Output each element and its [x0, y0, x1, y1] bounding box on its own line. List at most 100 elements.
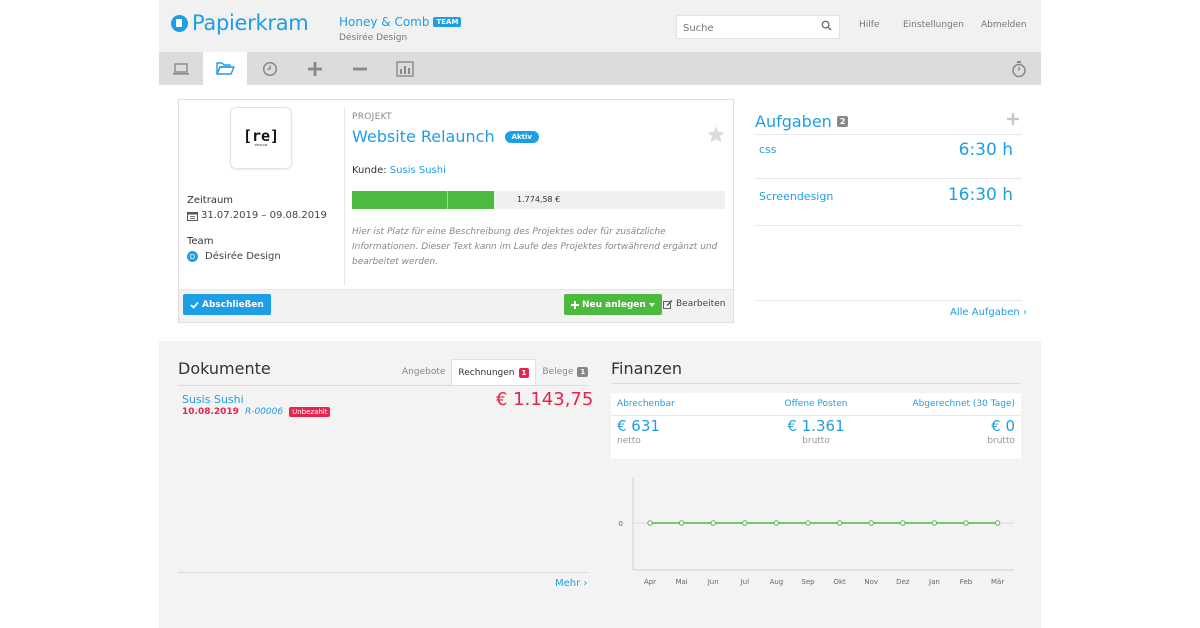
- status-badge: Aktiv: [504, 130, 539, 143]
- minus-icon: [353, 67, 367, 70]
- data-point: [710, 520, 716, 526]
- finance-open-label: Offene Posten: [784, 399, 848, 409]
- project-title[interactable]: Website Relaunch: [352, 127, 495, 146]
- task-time: 16:30 h: [947, 185, 1013, 205]
- document-meta: 10.08.2019 R-00006 Unbezahlt: [182, 407, 331, 417]
- task-divider: [755, 178, 1022, 179]
- task-name[interactable]: Screendesign: [759, 190, 833, 203]
- x-tick-label: Okt: [833, 578, 846, 586]
- caret-down-icon: [648, 302, 655, 307]
- card-divider: [344, 108, 345, 286]
- x-tick-label: Mär: [991, 578, 1004, 586]
- complete-button[interactable]: Abschließen: [183, 294, 271, 315]
- edit-button[interactable]: Bearbeiten: [663, 299, 725, 309]
- team-label: Team: [187, 236, 214, 247]
- settings-link[interactable]: Einstellungen: [903, 20, 964, 30]
- finance-title: Finanzen: [611, 359, 682, 378]
- edit-icon: [663, 299, 673, 309]
- help-link[interactable]: Hilfe: [859, 20, 879, 30]
- logout-link[interactable]: Abmelden: [981, 20, 1027, 30]
- document-number[interactable]: R-00006: [245, 407, 283, 417]
- check-icon: [190, 301, 199, 309]
- project-title-row: Website Relaunch Aktiv: [352, 127, 539, 146]
- x-tick-label: Aug: [770, 578, 784, 586]
- data-point: [931, 520, 938, 526]
- tool-dashboard[interactable]: [159, 52, 203, 85]
- finance-billable-value: € 631: [617, 417, 660, 435]
- document-client[interactable]: Susis Sushi: [182, 393, 244, 406]
- data-point: [868, 520, 874, 526]
- finance-open[interactable]: Offene Posten € 1.361 brutto: [761, 399, 871, 446]
- invoices-count-badge: 1: [518, 367, 530, 378]
- team-member[interactable]: D Désirée Design: [187, 251, 281, 262]
- tab-invoices[interactable]: Rechnungen 1: [451, 359, 537, 385]
- tab-offers-label: Angebote: [402, 367, 446, 377]
- finance-summary: Abrechenbar € 631 netto Offene Posten € …: [611, 393, 1021, 459]
- status-badge: Unbezahlt: [289, 407, 331, 417]
- tab-receipts[interactable]: Belege 1: [536, 359, 594, 385]
- search-box: [676, 15, 840, 40]
- document-date: 10.08.2019: [182, 407, 239, 417]
- chevron-right-icon: ›: [583, 578, 588, 589]
- x-tick-label: Sep: [801, 578, 815, 586]
- top-bar: Papierkram Honey & Comb TEAM Désirée Desi…: [159, 0, 1041, 52]
- account-switcher[interactable]: Honey & Comb TEAM Désirée Design: [339, 11, 462, 43]
- documents-footer-divider: [178, 572, 588, 573]
- search-input[interactable]: [677, 17, 817, 40]
- team-member-name: Désirée Design: [205, 251, 281, 262]
- x-tick-label: Dez: [896, 578, 910, 586]
- data-point: [994, 520, 1001, 526]
- x-tick-label: Jan: [928, 578, 940, 586]
- receipts-count-badge: 1: [577, 367, 589, 377]
- y-tick-label: 0: [619, 520, 623, 528]
- app-window: Papierkram Honey & Comb TEAM Désirée Desi…: [159, 0, 1041, 628]
- finance-billed[interactable]: Abgerechnet (30 Tage) € 0 brutto: [912, 399, 1015, 446]
- app-logo[interactable]: Papierkram: [171, 11, 309, 35]
- customer-row: Kunde: Susis Sushi: [352, 165, 446, 176]
- edit-button-label: Bearbeiten: [676, 299, 726, 309]
- team-badge: TEAM: [433, 17, 462, 27]
- finance-open-sub: brutto: [802, 436, 830, 446]
- company-name: Honey & Comb: [339, 15, 430, 29]
- finance-billable-label: Abrechenbar: [617, 399, 675, 409]
- finance-billable[interactable]: Abrechenbar € 631 netto: [617, 399, 675, 446]
- more-label: Mehr: [555, 578, 581, 589]
- finance-open-value: € 1.361: [787, 417, 845, 435]
- tool-timer[interactable]: [997, 52, 1041, 85]
- new-button[interactable]: Neu anlegen: [564, 294, 662, 315]
- tab-receipts-label: Belege: [542, 367, 574, 377]
- search-icon[interactable]: [821, 20, 832, 31]
- tool-expenses[interactable]: [338, 52, 382, 85]
- x-tick-label: Apr: [644, 578, 656, 586]
- project-description: Hier ist Platz für eine Beschreibung des…: [352, 227, 718, 267]
- x-tick-label: Mai: [675, 578, 687, 586]
- tool-projects[interactable]: [203, 52, 247, 85]
- main-toolbar: [159, 52, 1041, 85]
- finance-billed-sub: brutto: [987, 436, 1015, 446]
- x-tick-label: Jul: [740, 578, 750, 586]
- bar-chart-icon: [396, 60, 414, 77]
- progress-fill: [352, 191, 494, 209]
- customer-link[interactable]: Susis Sushi: [390, 165, 446, 176]
- plus-icon: [308, 61, 322, 76]
- star-icon[interactable]: [707, 126, 725, 143]
- add-task-icon[interactable]: [1007, 113, 1019, 125]
- tasks-title[interactable]: Aufgaben: [755, 112, 832, 131]
- data-point: [805, 520, 811, 526]
- tool-time[interactable]: [248, 52, 292, 85]
- tab-offers[interactable]: Angebote: [396, 359, 451, 385]
- data-point: [647, 520, 653, 526]
- calendar-icon: [187, 211, 198, 221]
- all-tasks-link[interactable]: Alle Aufgaben ›: [950, 307, 1027, 318]
- project-logo: [re] DESIGN: [230, 107, 292, 169]
- tool-reports[interactable]: [383, 52, 427, 85]
- tool-income[interactable]: [293, 52, 337, 85]
- more-link[interactable]: Mehr ›: [555, 578, 587, 589]
- progress-amount: 1.774,58 €: [517, 195, 561, 204]
- chevron-right-icon: ›: [1022, 307, 1027, 318]
- logo-subtext: DESIGN: [254, 143, 268, 147]
- stopwatch-icon: [1012, 60, 1026, 77]
- customer-label: Kunde:: [352, 165, 387, 176]
- folder-open-icon: [216, 62, 235, 75]
- task-name[interactable]: css: [759, 143, 777, 156]
